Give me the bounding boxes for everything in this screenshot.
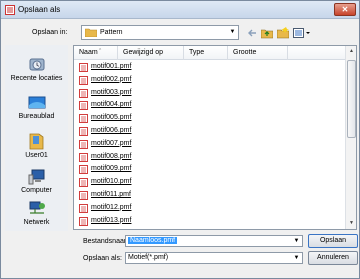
scrollbar-thumb[interactable] — [347, 60, 356, 138]
file-list[interactable]: ⌃ Naam Gewijzigd op Type Grootte motif00… — [73, 45, 357, 230]
new-folder-icon[interactable] — [277, 27, 289, 39]
place-recent-locations[interactable]: Recente locaties — [5, 57, 68, 82]
chevron-down-icon[interactable]: ▼ — [291, 236, 302, 246]
file-row[interactable]: motif009.pmf — [77, 164, 277, 175]
place-label: User01 — [25, 152, 48, 159]
places-bar: Recente locaties Bureaublad User01 Compu… — [5, 45, 68, 231]
file-name: motif007.pmf — [91, 139, 132, 147]
chevron-down-icon: ▼ — [293, 255, 300, 261]
file-name: motif003.pmf — [91, 88, 132, 96]
folder-icon — [85, 28, 97, 37]
pmf-file-icon — [79, 139, 88, 149]
save-button[interactable]: Opslaan — [308, 234, 358, 248]
pmf-file-icon — [79, 216, 88, 226]
file-row[interactable]: motif010.pmf — [77, 177, 277, 188]
file-row[interactable]: motif008.pmf — [77, 152, 277, 163]
file-name: motif009.pmf — [91, 165, 132, 173]
file-row[interactable]: motif003.pmf — [77, 88, 277, 99]
place-label: Computer — [21, 187, 52, 194]
savetype-label: Opslaan als: — [83, 255, 122, 262]
computer-icon — [28, 169, 44, 185]
place-computer[interactable]: Computer — [5, 169, 68, 194]
pmf-file-icon — [79, 114, 88, 124]
file-row[interactable]: motif007.pmf — [77, 139, 277, 150]
up-folder-icon[interactable] — [261, 27, 273, 39]
view-menu-icon[interactable] — [293, 27, 311, 39]
pmf-file-icon — [79, 178, 88, 188]
file-row[interactable]: motif001.pmf — [77, 62, 277, 73]
recent-locations-icon — [29, 58, 44, 71]
column-header-size[interactable]: Grootte — [228, 46, 288, 60]
file-row[interactable]: motif013.pmf — [77, 216, 277, 227]
cancel-button[interactable]: Annuleren — [308, 251, 358, 265]
file-row[interactable]: motif002.pmf — [77, 75, 277, 86]
window-title: Opslaan als — [18, 5, 61, 14]
scroll-up-icon[interactable]: ▲ — [346, 46, 356, 57]
desktop-icon — [28, 96, 45, 109]
savetype-dropdown[interactable]: Motief(*.pmf) ▼ — [125, 252, 303, 264]
pmf-file-icon — [79, 88, 88, 98]
sort-ascending-icon: ⌃ — [98, 48, 103, 54]
place-label: Recente locaties — [10, 75, 63, 82]
place-network[interactable]: Netwerk — [5, 201, 68, 226]
savetype-value: Motief(*.pmf) — [128, 254, 169, 261]
place-label: Netwerk — [23, 219, 50, 226]
pmf-file-icon — [79, 203, 88, 213]
file-row[interactable]: motif004.pmf — [77, 100, 277, 111]
file-row[interactable]: motif012.pmf — [77, 203, 277, 214]
save-in-value: Pattern — [100, 29, 123, 36]
filename-input[interactable]: Naamloos.pmf ▼ — [125, 235, 303, 247]
file-name: motif004.pmf — [91, 101, 132, 109]
file-row[interactable]: motif006.pmf — [77, 126, 277, 137]
column-header-type[interactable]: Type — [184, 46, 228, 60]
save-in-label: Opslaan in: — [32, 29, 68, 36]
column-header-name[interactable]: ⌃ Naam — [74, 46, 118, 60]
pmf-file-icon — [79, 101, 88, 111]
file-name: motif012.pmf — [91, 203, 132, 211]
chevron-down-icon: ▼ — [229, 29, 236, 35]
file-name: motif010.pmf — [91, 178, 132, 186]
column-header-row: ⌃ Naam Gewijzigd op Type Grootte — [74, 46, 346, 60]
file-name: motif001.pmf — [91, 63, 132, 70]
file-name: motif008.pmf — [91, 152, 132, 160]
close-button[interactable]: ✕ — [334, 3, 356, 16]
network-icon — [29, 201, 45, 214]
vertical-scrollbar[interactable]: ▲ ▼ — [345, 46, 356, 229]
file-name: motif013.pmf — [91, 216, 132, 224]
pmf-file-icon — [79, 127, 88, 136]
filename-value: Naamloos.pmf — [128, 237, 178, 244]
user-folder-icon — [29, 133, 43, 150]
title-bar: Opslaan als ✕ — [1, 1, 359, 19]
scroll-down-icon[interactable]: ▼ — [346, 218, 356, 229]
pmf-file-icon — [79, 63, 88, 72]
file-name: motif002.pmf — [91, 75, 132, 83]
pmf-file-icon — [79, 191, 88, 200]
place-user-folder[interactable]: User01 — [5, 132, 68, 159]
file-name: motif011.pmf — [91, 191, 131, 198]
file-row[interactable]: motif005.pmf — [77, 113, 277, 124]
column-header-modified[interactable]: Gewijzigd op — [118, 46, 184, 60]
pmf-file-icon — [79, 75, 88, 85]
pmf-file-icon — [79, 165, 88, 175]
place-label: Bureaublad — [18, 113, 55, 120]
back-icon[interactable] — [247, 27, 258, 39]
pmf-file-icon — [79, 152, 88, 162]
save-in-dropdown[interactable]: Pattern ▼ — [81, 25, 239, 40]
app-icon — [5, 5, 15, 15]
place-desktop[interactable]: Bureaublad — [5, 95, 68, 120]
save-as-dialog: Opslaan als ✕ Opslaan in: Pattern ▼ Rece… — [0, 0, 360, 279]
file-name: motif005.pmf — [91, 114, 132, 122]
file-row[interactable]: motif011.pmf — [77, 190, 277, 201]
file-name: motif006.pmf — [91, 127, 132, 134]
